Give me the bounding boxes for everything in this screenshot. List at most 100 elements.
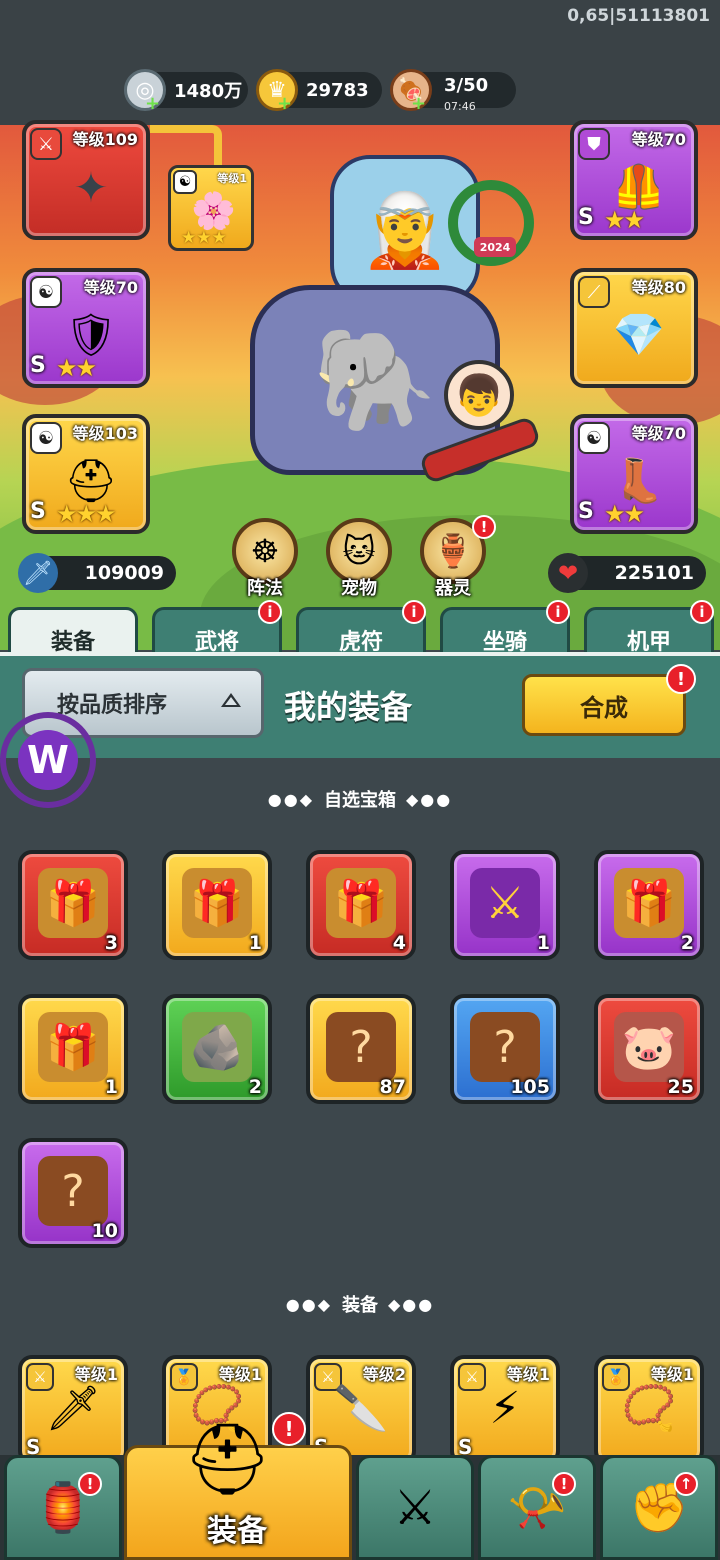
slot-grade: S [578,205,594,230]
year-badge: 2024 [474,237,516,257]
silver-coin-icon: ◎ + [124,69,166,114]
tab-equipment[interactable]: 装备 [8,607,138,655]
equip-section-title: 装备 [342,1295,378,1316]
shuriken-icon: ✦ [73,162,109,212]
treasure-chest-icon: 🎁 [326,868,396,938]
equip-item[interactable]: 🏅 等级1 📿 [594,1355,704,1465]
nav-alert-badge: ! [552,1472,576,1496]
spirit-label: 器灵 [435,578,471,599]
slot-level: 等级80 [631,278,686,297]
treasure-chest-icon: 🎁 [182,868,252,938]
slot-stars: ★★★ [56,500,117,528]
equip-section-header: ●●◆ 装备 ◆●● [0,1291,720,1317]
gold-ingot-icon: ♛ + [256,69,298,114]
equip-slot-boots[interactable]: ☯ 等级70 👢 S ★★ [570,414,698,534]
synthesize-label: 合成 [580,693,628,722]
panel-title: 我的装备 [284,688,413,726]
crossed-swords-icon: ⚔ [393,1479,437,1536]
silver-resource[interactable]: ◎ + 1480万 [124,69,248,114]
chest-item[interactable]: 🎁 3 [18,850,128,960]
equip-item[interactable]: ⚔ 等级1 ⚡ S [450,1355,560,1465]
slot-grade: S [578,499,594,524]
server-id-label: 0,65|51113801 [567,6,710,26]
dots-decoration: ◆●● [388,1294,435,1314]
scimitar-icon: 🔪 [333,1383,389,1434]
upgrade-arrow-badge: ↑ [674,1472,698,1496]
mystery-chest-icon: ? [326,1012,396,1082]
chest-item[interactable]: ⚔ 1 [450,850,560,960]
equip-item[interactable]: ⚔ 等级1 🗡 S [18,1355,128,1465]
chest-item[interactable]: 🐷 25 [594,994,704,1104]
material-pile-icon: 🪨 [182,1012,252,1082]
heart-icon: ❤ [548,553,588,593]
slot-grade: S [30,353,46,378]
slot-level: 等级70 [631,130,686,149]
item-count: 1 [536,932,550,954]
nav-horn-button[interactable]: 📯 [478,1455,596,1560]
necklace-icon: 🌸 [191,191,236,232]
slot-level: 等级70 [631,424,686,443]
stamina-value: 3/50 [444,74,489,96]
item-count: 105 [510,1076,550,1098]
chest-item[interactable]: 🎁 4 [306,850,416,960]
chest-item[interactable]: 🎁 1 [18,994,128,1104]
gold-resource[interactable]: ♛ + 29783 [256,69,382,114]
tab-badge: i [546,600,570,624]
ice-sword-icon: 🗡 [45,1383,101,1434]
tab-badge: i [258,600,282,624]
equip-slot-helmet[interactable]: ☯ 等级103 ⛑ S ★★★ [22,414,150,534]
shield-chest-icon: ⚔ [470,868,540,938]
sword-power-icon: 🗡 [18,553,58,593]
nav-equipment-button[interactable]: ⛑ 装备 [124,1418,352,1560]
small-equip-slot[interactable]: ☯ 等级1 🌸 ★★★ [168,165,254,251]
item-count: 10 [91,1220,118,1242]
health-power-value: 225101 [614,562,694,584]
slot-stars: ★★★ [181,228,227,248]
triangle-up-icon [221,693,241,707]
nav-alert-badge: ! [272,1412,306,1446]
nav-battle-button[interactable]: ⚔ [356,1455,474,1560]
dots-decoration: ●●◆ [285,1294,332,1314]
chest-item[interactable]: 🎁 1 [162,850,272,960]
stamina-resource[interactable]: 🍖 + 3/50 07:46 [390,69,516,114]
slot-stars: ★★ [604,500,645,528]
gold-value: 29783 [306,79,369,101]
chest-item[interactable]: ? 87 [306,994,416,1104]
item-count: 87 [379,1076,406,1098]
slot-level: 等级103 [72,424,138,443]
chest-item[interactable]: ? 105 [450,994,560,1104]
slot-stars: ★★ [604,206,645,234]
meat-stamina-icon: 🍖 + [390,69,432,114]
item-count: 2 [248,1076,262,1098]
chest-section-header: ●●◆ 自选宝箱 ◆●● [0,786,720,812]
item-count: 2 [680,932,694,954]
equip-slot-bracer[interactable]: ⟋ 等级80 💎 [570,268,698,388]
chest-item[interactable]: 🎁 2 [594,850,704,960]
yin-yang-icon: ☯ [578,422,610,454]
item-count: 1 [248,932,262,954]
equip-slot-armor[interactable]: ☯ 等级70 🛡 S ★★ [22,268,150,388]
synthesize-button[interactable]: 合成 [522,674,686,736]
slot-grade: S [30,499,46,524]
treasure-chest-icon: 🎁 [38,868,108,938]
nav-upgrade-button[interactable]: ✊ [600,1455,718,1560]
tab-badge: i [402,600,426,624]
formation-icon: ☸ [250,532,280,570]
key-connector-decoration [150,125,222,165]
equip-slot-chest[interactable]: ⛊ 等级70 🦺 S ★★ [570,120,698,240]
pet-label: 宠物 [341,578,377,599]
equip-slot-weapon[interactable]: ⚔ 等级109 ✦ [22,120,150,240]
slot-level: 等级1 [217,172,247,185]
treasure-chest-icon: 🎁 [38,1012,108,1082]
chest-item[interactable]: 🪨 2 [162,994,272,1104]
item-count: 1 [104,1076,118,1098]
lightning-sword-icon: ⚡ [489,1382,521,1434]
tab-badge: i [690,600,714,624]
dots-decoration: ●●◆ [267,789,314,809]
yin-yang-icon: ☯ [30,422,62,454]
formation-label: 阵法 [247,578,283,599]
chest-item[interactable]: ? 10 [18,1138,128,1248]
item-count: 3 [104,932,118,954]
nav-shop-button[interactable]: 🏮 [4,1455,122,1560]
item-count: 4 [392,932,406,954]
